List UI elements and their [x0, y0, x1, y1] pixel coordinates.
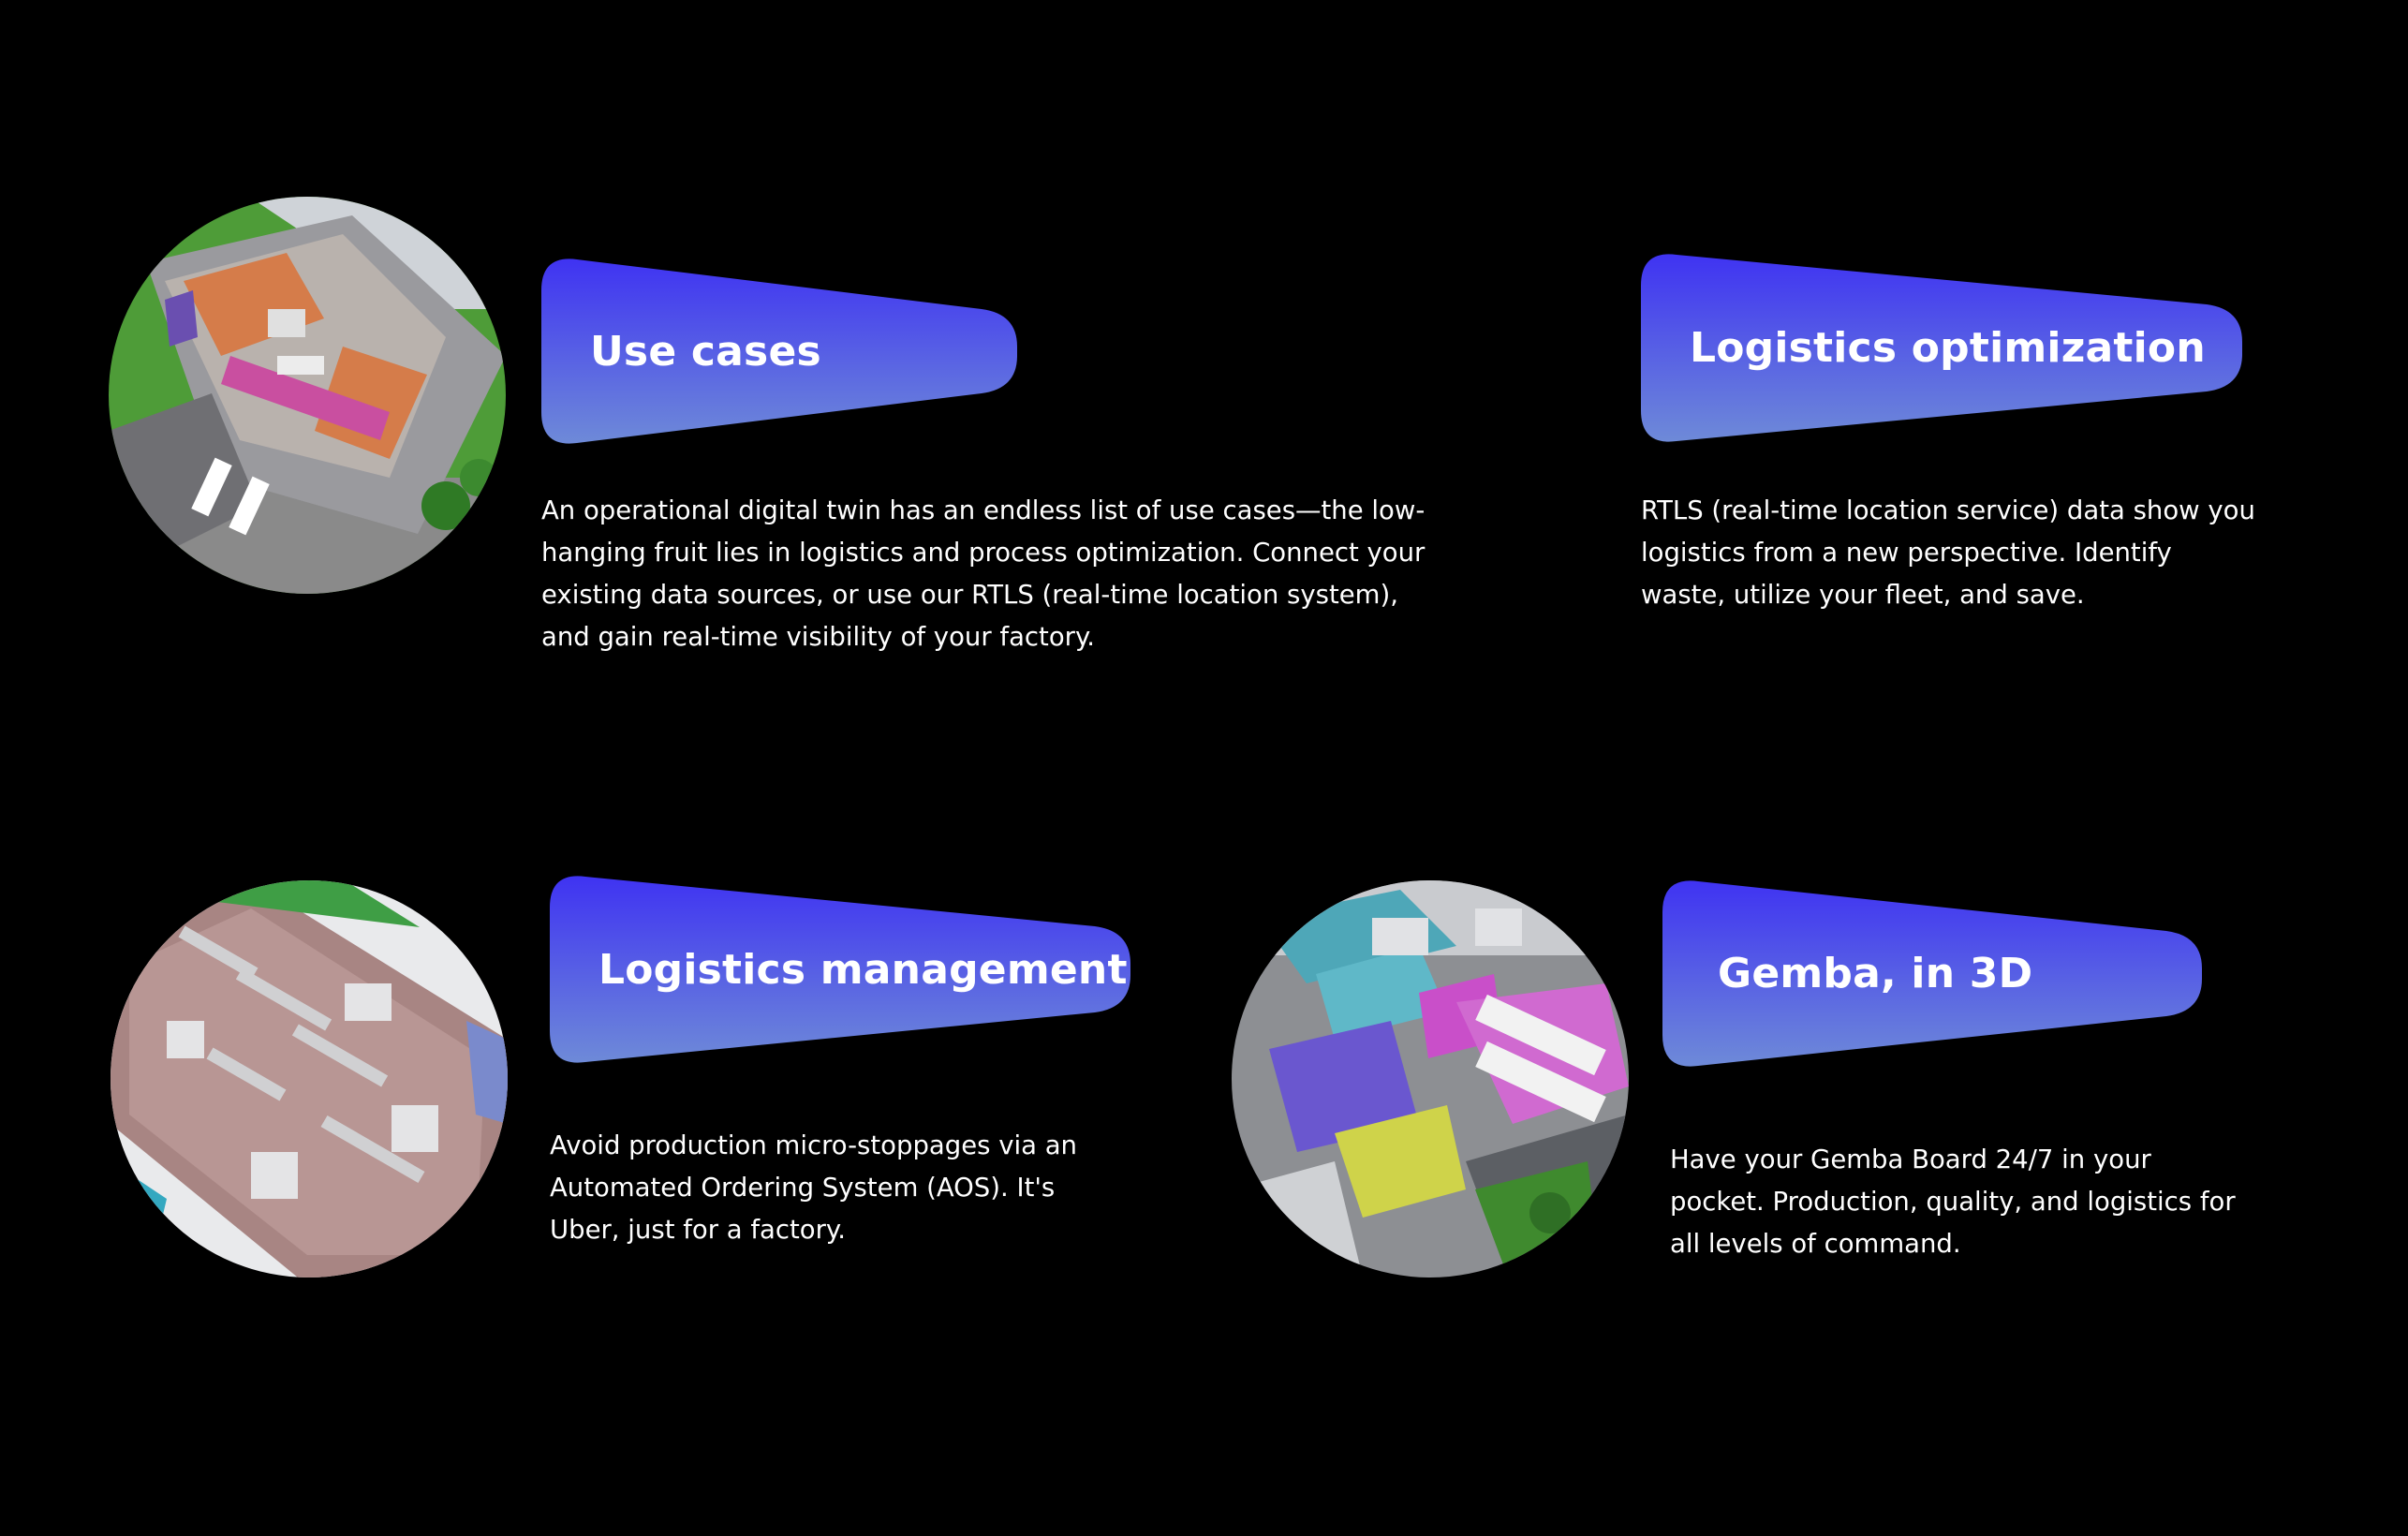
gemba-3d-title: Gemba, in 3D — [1718, 950, 2033, 997]
logistics-optimization-banner: Logistics optimization — [1641, 253, 2242, 443]
use-cases-description: An operational digital twin has an endle… — [541, 495, 1426, 652]
logistics-management-description: Avoid production micro-stoppages via an … — [550, 1130, 1077, 1245]
logistics-management-title: Logistics management — [598, 945, 1128, 994]
logistics-optimization-description: RTLS (real-time location service) data s… — [1641, 495, 2255, 610]
gemba-3d-banner: Gemba, in 3D — [1662, 879, 2202, 1068]
use-cases-factory-image — [109, 197, 506, 594]
use-cases-banner: Use cases — [541, 258, 1017, 445]
gemba-3d-description: Have your Gemba Board 24/7 in your pocke… — [1670, 1145, 2236, 1259]
logistics-management-banner: Logistics management — [550, 875, 1130, 1064]
logistics-management-factory-image — [111, 880, 508, 1278]
logistics-optimization-title: Logistics optimization — [1690, 324, 2206, 372]
gemba-3d-factory-image — [1232, 880, 1629, 1278]
use-cases-title: Use cases — [590, 327, 821, 376]
